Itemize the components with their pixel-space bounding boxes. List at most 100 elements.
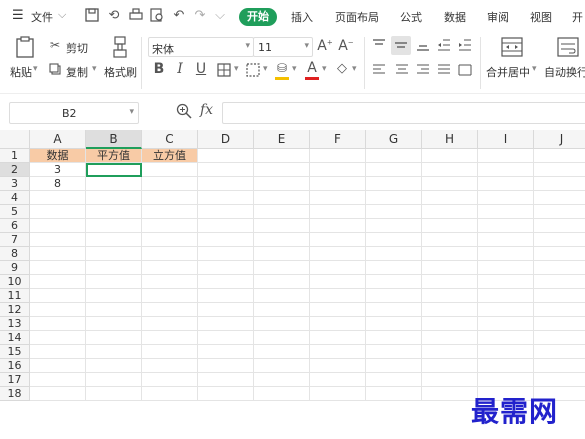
cell-c4[interactable] [142,191,198,205]
cell-j2[interactable] [534,163,585,177]
fill-color-icon[interactable]: ⛁ [274,61,290,80]
cell-a18[interactable] [30,387,86,401]
column-header-i[interactable]: I [478,130,534,149]
cell-e6[interactable] [254,219,310,233]
cell-a9[interactable] [30,261,86,275]
align-right-icon[interactable] [415,63,431,80]
cell-h2[interactable] [422,163,478,177]
merge-center-button[interactable]: 合并居中 [486,64,530,80]
cell-c18[interactable] [142,387,198,401]
cell-j16[interactable] [534,359,585,373]
cell-i16[interactable] [478,359,534,373]
underline-icon[interactable]: U [194,61,208,77]
cell-g16[interactable] [366,359,422,373]
cell-e8[interactable] [254,247,310,261]
cell-c16[interactable] [142,359,198,373]
cell-a7[interactable] [30,233,86,247]
row-header-3[interactable]: 3 [0,177,30,191]
copy-button[interactable]: 复制 [66,64,88,80]
cell-f12[interactable] [310,303,366,317]
row-header-9[interactable]: 9 [0,261,30,275]
wrap-text-icon[interactable] [557,37,579,59]
row-header-7[interactable]: 7 [0,233,30,247]
paste-icon[interactable] [14,36,36,60]
row-header-14[interactable]: 14 [0,331,30,345]
cell-g3[interactable] [366,177,422,191]
cell-c6[interactable] [142,219,198,233]
paste-chevron-icon[interactable]: ▾ [33,64,38,74]
cell-f8[interactable] [310,247,366,261]
cell-i17[interactable] [478,373,534,387]
cell-i8[interactable] [478,247,534,261]
distributed-align-icon[interactable] [457,63,473,80]
cell-i13[interactable] [478,317,534,331]
save-icon[interactable] [84,8,100,24]
merge-center-icon[interactable] [500,37,524,59]
cell-i14[interactable] [478,331,534,345]
cell-a12[interactable] [30,303,86,317]
column-header-g[interactable]: G [366,130,422,149]
cell-b8[interactable] [86,247,142,261]
row-header-6[interactable]: 6 [0,219,30,233]
cell-b7[interactable] [86,233,142,247]
cell-d1[interactable] [198,149,254,163]
cell-g5[interactable] [366,205,422,219]
cell-j7[interactable] [534,233,585,247]
cell-f18[interactable] [310,387,366,401]
cell-i5[interactable] [478,205,534,219]
cut-button[interactable]: 剪切 [66,40,88,56]
cell-a17[interactable] [30,373,86,387]
column-header-c[interactable]: C [142,130,198,149]
cell-c12[interactable] [142,303,198,317]
cell-j14[interactable] [534,331,585,345]
cell-h6[interactable] [422,219,478,233]
row-header-5[interactable]: 5 [0,205,30,219]
cell-j12[interactable] [534,303,585,317]
cell-b10[interactable] [86,275,142,289]
column-header-a[interactable]: A [30,130,86,149]
cell-j8[interactable] [534,247,585,261]
justify-icon[interactable] [436,63,452,80]
cell-g8[interactable] [366,247,422,261]
chevron-down-icon[interactable]: ⌵ [58,8,66,22]
cell-h10[interactable] [422,275,478,289]
borders-chevron-icon[interactable]: ▾ [234,64,239,74]
cell-e18[interactable] [254,387,310,401]
merge-center-chevron-icon[interactable]: ▾ [532,64,537,74]
row-header-16[interactable]: 16 [0,359,30,373]
cell-b17[interactable] [86,373,142,387]
align-left-icon[interactable] [371,63,387,80]
cell-f16[interactable] [310,359,366,373]
cell-e5[interactable] [254,205,310,219]
print-preview-icon[interactable] [149,8,165,24]
cell-e9[interactable] [254,261,310,275]
cell-a2[interactable]: 3 [30,163,86,177]
cell-b5[interactable] [86,205,142,219]
cell-h5[interactable] [422,205,478,219]
cell-b4[interactable] [86,191,142,205]
cell-j13[interactable] [534,317,585,331]
cell-a10[interactable] [30,275,86,289]
cell-c3[interactable] [142,177,198,191]
row-header-4[interactable]: 4 [0,191,30,205]
font-color-icon[interactable]: A [304,60,320,80]
cell-c8[interactable] [142,247,198,261]
cell-j1[interactable] [534,149,585,163]
cell-b1[interactable]: 平方值 [86,149,142,163]
cell-j6[interactable] [534,219,585,233]
cell-b6[interactable] [86,219,142,233]
row-header-17[interactable]: 17 [0,373,30,387]
cell-d18[interactable] [198,387,254,401]
cell-j4[interactable] [534,191,585,205]
cell-g12[interactable] [366,303,422,317]
cell-i7[interactable] [478,233,534,247]
formula-input[interactable] [222,102,585,124]
cell-g15[interactable] [366,345,422,359]
cell-g18[interactable] [366,387,422,401]
cell-g2[interactable] [366,163,422,177]
column-header-b[interactable]: B [86,130,142,149]
row-header-12[interactable]: 12 [0,303,30,317]
cell-g11[interactable] [366,289,422,303]
cell-f15[interactable] [310,345,366,359]
cell-b2[interactable] [86,163,142,177]
